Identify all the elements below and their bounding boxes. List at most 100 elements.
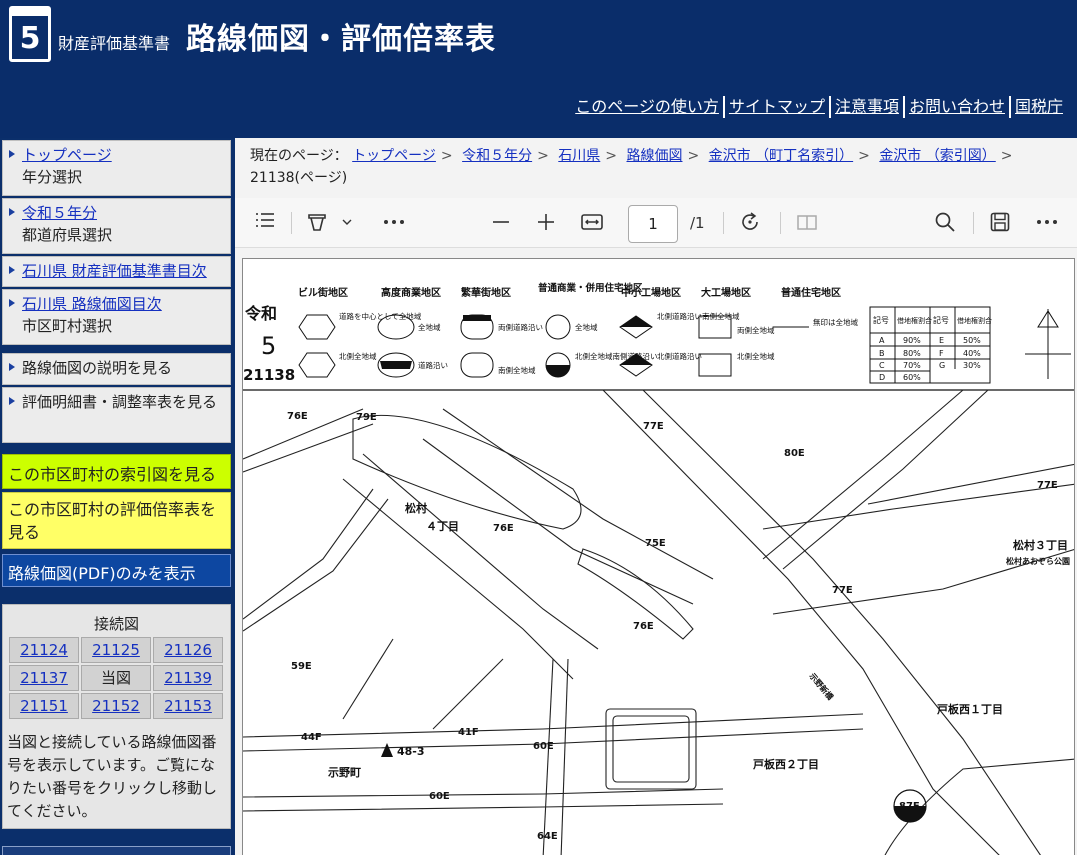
legend-fill: [463, 315, 491, 321]
pdf-document[interactable]: 令和 5 21138 ビル街地区 高度商業地区 繁華街地区 普通商業・併用住宅地…: [242, 258, 1075, 855]
place-name: 示野町: [327, 766, 361, 779]
multiplier-table-button[interactable]: この市区町村の評価倍率表を見る: [2, 492, 231, 549]
map-year: 5: [261, 332, 276, 360]
rate-code: E: [939, 336, 944, 345]
site-title: 路線価図・評価倍率表: [186, 22, 496, 57]
rate-value: 80%: [903, 349, 921, 358]
breadcrumb-link[interactable]: 金沢市 （索引図）: [879, 148, 995, 164]
main-content: 現在のページ： トップページ > 令和５年分 > 石川県 > 路線価図 > 金沢市 （町…: [235, 138, 1077, 855]
util-link-sitemap[interactable]: サイトマップ: [722, 96, 829, 118]
road-price: 64E: [537, 831, 558, 842]
price-marker-fill: [894, 806, 926, 822]
index-map-button[interactable]: この市区町村の索引図を見る: [2, 454, 231, 489]
arrow-icon: [9, 299, 15, 307]
place-name: 戸板西１丁目: [937, 702, 1003, 716]
place-name: 松村: [405, 501, 427, 515]
sidebar-item-label: 路線価図の説明を見る: [22, 359, 173, 377]
site-logo[interactable]: 5: [9, 6, 51, 62]
rate-header: 記号: [933, 315, 949, 325]
sidebar-more[interactable]: [2, 846, 231, 855]
fit-width-icon[interactable]: [579, 210, 605, 236]
sidebar-link-map-contents[interactable]: 石川県 路線価図目次: [22, 295, 162, 313]
save-icon[interactable]: [988, 210, 1012, 236]
zoom-in-icon[interactable]: [535, 210, 557, 236]
pdf-only-button[interactable]: 路線価図(PDF)のみを表示: [2, 554, 231, 587]
place-name: 松村３丁目: [1013, 538, 1068, 552]
arrow-icon: [9, 266, 15, 274]
draw-icon[interactable]: [305, 210, 357, 236]
adjacent-link[interactable]: 21153: [153, 693, 223, 719]
sidebar-item-sub: 都道府県選択: [22, 226, 113, 244]
place-name: 松村あおぞら公園: [1006, 556, 1070, 566]
site-subtitle: 財産評価基準書: [58, 34, 171, 53]
breadcrumb-link[interactable]: 金沢市 （町丁名索引）: [709, 148, 853, 164]
util-link-howto[interactable]: このページの使い方: [571, 96, 723, 118]
road-price: 44F: [301, 732, 322, 743]
zone-label: ビル街地区: [298, 286, 348, 299]
sidebar-link-top[interactable]: トップページ: [22, 146, 112, 164]
adjacent-maps-panel: 接続図 21124 21125 21126 21137 当図 21139 211…: [2, 604, 231, 829]
util-link-nta[interactable]: 国税庁: [1008, 96, 1067, 118]
breadcrumb-link[interactable]: 路線価図: [626, 148, 682, 164]
legend-text: 北側道路沿い南側全地域: [657, 311, 740, 321]
adjacent-link[interactable]: 21152: [81, 693, 151, 719]
legend-text: 全地域: [575, 322, 598, 332]
page-number-input[interactable]: 1: [628, 205, 678, 243]
rate-value: 70%: [903, 361, 921, 370]
breadcrumb-link[interactable]: 石川県: [558, 148, 600, 164]
more-tools-icon[interactable]: [381, 210, 407, 236]
breadcrumb: 現在のページ： トップページ > 令和５年分 > 石川県 > 路線価図 > 金沢市 （町…: [250, 148, 1013, 186]
arrow-icon: [9, 397, 15, 405]
rotate-icon[interactable]: [738, 210, 764, 236]
site-header: 5 財産評価基準書 路線価図・評価倍率表 このページの使い方 サイトマップ 注意…: [0, 0, 1077, 138]
adjacent-link[interactable]: 21125: [81, 637, 151, 663]
rate-code: D: [879, 373, 885, 382]
zoom-out-icon[interactable]: [490, 210, 512, 236]
contents-icon[interactable]: [253, 210, 277, 236]
place-name: 戸板西２丁目: [753, 757, 819, 771]
zone-label: 繁華街地区: [460, 286, 511, 299]
rate-header: 記号: [873, 315, 889, 325]
sidebar-item-map-contents: 石川県 路線価図目次 市区町村選択: [2, 289, 231, 345]
legend-text: 道路を中心として全地域: [339, 311, 422, 321]
rate-code: F: [939, 349, 944, 358]
sidebar-link-year[interactable]: 令和５年分: [22, 204, 97, 222]
sidebar-item-explanation[interactable]: 路線価図の説明を見る: [2, 353, 231, 385]
adjacent-link[interactable]: 21137: [9, 665, 79, 691]
sidebar-link-pref-contents[interactable]: 石川県 財産評価基準書目次: [22, 262, 207, 280]
map-sheet-number: 21138: [243, 366, 295, 384]
more-icon[interactable]: [1034, 210, 1060, 236]
road-price: 59E: [291, 661, 312, 672]
breadcrumb-link[interactable]: 令和５年分: [462, 148, 532, 164]
adjacent-link[interactable]: 21124: [9, 637, 79, 663]
page-view-icon[interactable]: [795, 210, 821, 236]
road-price: 79E: [356, 412, 377, 423]
road-price: 60E: [429, 791, 450, 802]
rate-code: G: [939, 361, 945, 370]
zone-label: 大工場地区: [701, 286, 751, 299]
sidebar-item-pref-contents: 石川県 財産評価基準書目次: [2, 256, 231, 287]
road-price: 77E: [1037, 480, 1058, 491]
road-price: 60E: [533, 741, 554, 752]
rate-code: C: [879, 361, 885, 370]
search-icon[interactable]: [933, 210, 957, 236]
bridge-label: 示野新橋: [807, 670, 837, 702]
legend-text: 道路沿い: [418, 360, 448, 370]
adjacent-link[interactable]: 21126: [153, 637, 223, 663]
util-link-contact[interactable]: お問い合わせ: [902, 96, 1009, 118]
page-total: /1: [690, 214, 705, 232]
legend-text: 全地域: [418, 322, 441, 332]
rate-header: 借地権割合: [957, 316, 992, 325]
util-link-notes[interactable]: 注意事項: [828, 96, 903, 118]
adjacent-link[interactable]: 21139: [153, 665, 223, 691]
legend-text: 両側道路沿い: [498, 322, 543, 332]
rate-value: 50%: [963, 336, 981, 345]
sidebar-item-label: 評価明細書・調整率表を見る: [22, 393, 218, 411]
adjacent-link[interactable]: 21151: [9, 693, 79, 719]
breadcrumb-link[interactable]: トップページ: [352, 148, 436, 164]
road-price: 75E: [645, 538, 666, 549]
sidebar-item-forms[interactable]: 評価明細書・調整率表を見る: [2, 387, 231, 443]
map-era: 令和: [244, 304, 277, 323]
utility-nav: このページの使い方 サイトマップ 注意事項 お問い合わせ 国税庁: [571, 96, 1067, 118]
sidebar-item-top: トップページ 年分選択: [2, 140, 231, 196]
